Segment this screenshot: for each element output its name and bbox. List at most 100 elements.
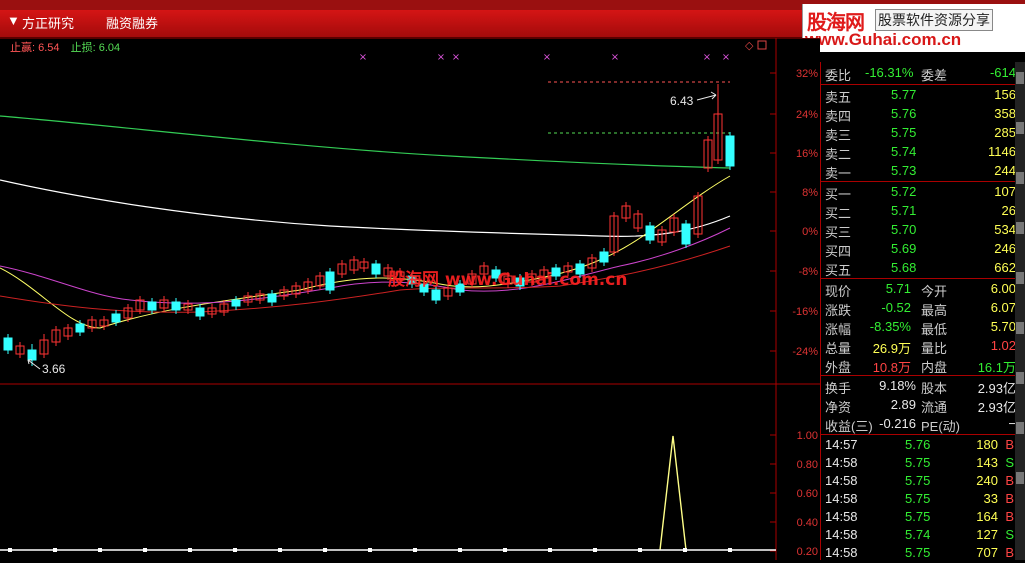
stat-value: 6.07 (990, 300, 1016, 315)
stop-loss-label: 止损: (70, 42, 96, 54)
stat-row: 涨跌 -0.52 最高 6.07 (821, 299, 1016, 318)
asks-volume: 1146 (988, 144, 1016, 159)
stat-label: 内盘 (921, 360, 948, 375)
fund-label: PE(动) (921, 419, 961, 434)
quote-panel: 委比 -16.31% 委差 -614 卖五 5.77 156 卖四 5.76 358 卖三 5… (820, 62, 1025, 560)
bids-label: 买四 (825, 244, 852, 259)
weicha-label: 委差 (921, 68, 948, 83)
stat-label: 涨跌 (825, 303, 852, 318)
bids-row: 买一 5.72 107 (821, 183, 1016, 202)
stat-label: 量比 (921, 341, 948, 356)
menu-item-margin-trading[interactable]: 融资融券 (106, 13, 158, 32)
bids-volume: 107 (994, 184, 1016, 199)
watermark-tagline: 股票软件资源分享 (875, 9, 993, 31)
volume-bar (458, 548, 462, 552)
fund-row: 收益(三) -0.216 PE(动) − (821, 415, 1016, 434)
signal-marker-icon: × (452, 52, 460, 63)
candle-down (645, 225, 655, 241)
candle-down (75, 323, 85, 333)
tick-row: 14:57 5.76 180 B (821, 436, 1016, 455)
stat-label: 最低 (921, 322, 948, 337)
stat-label: 今开 (921, 284, 948, 299)
weibi-label: 委比 (825, 68, 852, 83)
menu-item-research[interactable]: 方正研究 (22, 13, 74, 32)
stat-value: 26.9万 (872, 341, 911, 356)
asks-label: 卖一 (825, 166, 852, 181)
volume-tick-label: 0.80 (797, 459, 818, 471)
stat-label: 现价 (825, 284, 852, 299)
stop-profit-label: 止赢: (10, 42, 36, 54)
bids-label: 买二 (825, 206, 852, 221)
bids-label: 买一 (825, 187, 852, 202)
bids-price: 5.70 (891, 222, 917, 237)
volume-bar (8, 548, 12, 552)
volume-bar (53, 548, 57, 552)
tick-row: 14:58 5.75 33 B (821, 490, 1016, 509)
price-tick-label: 8% (802, 187, 818, 199)
volume-bar (548, 548, 552, 552)
bids-volume: 662 (994, 260, 1016, 275)
asks-volume: 244 (994, 163, 1016, 178)
stat-label: 涨幅 (825, 322, 852, 337)
diamond-icon: ◇ (745, 39, 754, 52)
volume-bar (323, 548, 327, 552)
signal-marker-icon: × (543, 52, 551, 63)
bids-price: 5.71 (891, 203, 917, 218)
volume-bar (233, 548, 237, 552)
kline-chart[interactable]: 32% 24% 16% 8% 0% -8% -16% -24% 1.00 0.80 0.60 0.4… (0, 38, 820, 560)
volume-bar (503, 548, 507, 552)
tick-time: 14:57 (825, 437, 858, 452)
side-scroll-strip[interactable] (1015, 62, 1025, 560)
candle-down (599, 251, 609, 263)
tick-volume: 143 (976, 455, 998, 470)
asks-label: 卖二 (825, 147, 852, 162)
asks-label: 卖五 (825, 90, 852, 105)
fund-label: 换手 (825, 381, 852, 396)
volume-tick-label: 0.40 (797, 517, 818, 529)
asks-row: 卖五 5.77 156 (821, 86, 1016, 105)
volume-bar (593, 548, 597, 552)
fund-label: 收益(三) (825, 419, 873, 434)
stat-label: 总量 (825, 341, 852, 356)
stat-value: 6.00 (990, 281, 1016, 296)
fund-row: 净资 2.89 流通 2.93亿 (821, 396, 1016, 415)
bids-price: 5.68 (891, 260, 917, 275)
price-tick-label: 0% (802, 226, 818, 238)
asks-volume: 156 (994, 87, 1016, 102)
high-price-label: 6.43 (670, 94, 694, 108)
tick-time: 14:58 (825, 527, 858, 542)
bids-row: 买三 5.70 534 (821, 221, 1016, 240)
menu-arrow-icon[interactable]: ▼ (7, 13, 20, 28)
tick-time: 14:58 (825, 455, 858, 470)
signal-marker-icon: × (703, 52, 711, 63)
asks-price: 5.73 (891, 163, 917, 178)
bids-volume: 534 (994, 222, 1016, 237)
asks-row: 卖二 5.74 1146 (821, 143, 1016, 162)
bids-volume: 26 (1001, 203, 1016, 218)
fund-value: 2.93亿 (977, 381, 1016, 396)
bids-price: 5.72 (891, 184, 917, 199)
price-tick-label: 16% (796, 148, 818, 160)
fund-label: 股本 (921, 381, 948, 396)
asks-price: 5.77 (891, 87, 917, 102)
candle-down (3, 337, 13, 351)
signal-marker-icon: × (359, 52, 367, 63)
tick-side: B (1005, 545, 1014, 560)
bids-row: 买四 5.69 246 (821, 240, 1016, 259)
asks-label: 卖三 (825, 128, 852, 143)
tick-time: 14:58 (825, 545, 858, 560)
candle-down (371, 263, 381, 275)
price-tick-label: -24% (792, 346, 818, 358)
bids-row: 买二 5.71 26 (821, 202, 1016, 221)
tick-row: 14:58 5.75 707 B (821, 544, 1016, 563)
stat-row: 外盘 10.8万 内盘 16.1万 (821, 356, 1016, 375)
stat-label: 外盘 (825, 360, 852, 375)
tick-time: 14:58 (825, 491, 858, 506)
stat-value: 5.71 (885, 281, 911, 296)
tick-volume: 33 (983, 491, 998, 506)
tick-volume: 127 (976, 527, 998, 542)
volume-bar (368, 548, 372, 552)
fund-value: 9.18% (879, 378, 916, 393)
low-price-label: 3.66 (42, 362, 66, 376)
volume-tick-label: 1.00 (797, 430, 818, 442)
